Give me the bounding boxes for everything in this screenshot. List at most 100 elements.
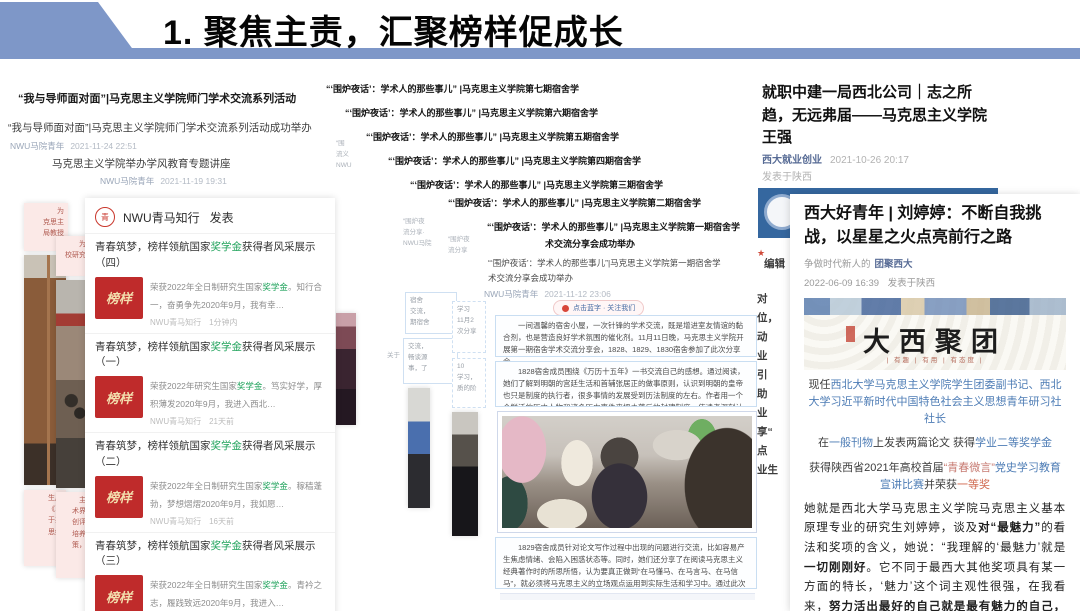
youth-paragraph-3: 获得陕西省2021年高校首届“青春微言”党史学习教育宣讲比赛并荣获一等奖 <box>804 460 1066 494</box>
post-region: 发表于陕西 <box>762 168 812 183</box>
snippet-keyword: 奖学金 <box>262 580 288 590</box>
section-divider <box>500 593 755 600</box>
fragment-photo <box>408 388 430 508</box>
fragment-textbox: 交流， 畅谈源 事，了 <box>403 338 458 384</box>
bangyang-thumbnail: 榜样 <box>95 575 143 611</box>
snippet-text: 荣获2022年全日制研究生国家 <box>150 282 262 292</box>
feed-item[interactable]: 青春筑梦，榜样领航国家奖学金获得者风采展示（二） 榜样 荣获2022年全日制研究… <box>85 432 335 532</box>
magnifier-icon <box>562 305 569 312</box>
youth-article-meta: 争做时代新人的团聚西大 <box>804 256 1066 270</box>
paragraph-quote: “青春微言” <box>944 462 995 474</box>
paragraph-text: 在 <box>818 437 829 449</box>
award-text: 一等奖 <box>957 479 990 491</box>
publish-label: 发表 <box>210 209 234 226</box>
title-text: 青春筑梦，榜样领航国家 <box>95 440 211 452</box>
dorm-title-5: “‘围炉夜话’：学术人的那些事儿” |马克思主义学院第五期宿舍学 <box>366 130 619 143</box>
bangyang-thumbnail: 榜样 <box>95 476 143 518</box>
post-time: 1分钟内 <box>209 318 237 327</box>
mentor-series-subheadline: “我与导师面对面”|马克思主义学院师门学术交流系列活动成功举办 <box>8 120 312 135</box>
follow-pill-button[interactable]: 点击蓝字 · 关注我们 <box>553 300 644 316</box>
snippet-text: 荣获2022年研究生国家 <box>150 381 237 391</box>
feed-item-title: 青春筑梦，榜样领航国家奖学金获得者风采展示（三） <box>95 539 325 571</box>
banner-subtitle: | 有趣 | 有用 | 有态度 | <box>804 354 1066 364</box>
study-group-photo-frame <box>497 411 757 533</box>
screenshot-fragment: “围炉夜 流分享 <box>448 234 470 256</box>
title-keyword: 奖学金 <box>211 540 243 552</box>
dorm-article-meta: NWU马院青年2021-11-12 23:06 <box>484 288 611 300</box>
mentor-series-headline: “我与导师面对面”|马克思主义学院师门学术交流系列活动 <box>18 90 296 106</box>
paragraph-bold: 一切刚刚好 <box>804 562 866 574</box>
paragraph-text: 现任 <box>809 379 831 391</box>
bangyang-thumbnail: 榜样 <box>95 277 143 319</box>
feed-item-snippet: 荣获2022年研究生国家奖学金。笃实好学，厚积薄发2020年9月，我进入西北… <box>150 381 322 409</box>
source-name: NWU青马知行 <box>150 417 201 426</box>
daxijutuan-banner: 大西聚团 | 有趣 | 有用 | 有态度 | <box>804 298 1066 370</box>
margin-fragment: 动 <box>757 329 768 344</box>
title-text: 青春筑梦，榜样领航国家 <box>95 241 211 253</box>
feed-item-meta: NWU青马知行16天前 <box>150 516 325 527</box>
margin-fragment: 编辑 <box>764 256 785 271</box>
account-name: NWU马院青年 <box>10 141 64 151</box>
snippet-keyword: 奖学金 <box>237 381 263 391</box>
fragment-photo <box>336 313 356 425</box>
youth-article-time: 2022-06-09 16:39 发表于陕西 <box>804 275 1066 289</box>
paragraph-link: 西北大学马克思主义学院学生团委副书记、西北大学习近平新时代中国特色社会主义思想青… <box>809 379 1062 425</box>
job-article-title: 就职中建一局西北公司｜志之所趋，无远弗届——马克思主义学院王强 <box>762 82 1000 150</box>
account-logo-icon: 青 <box>95 207 115 227</box>
post-time: 2021-11-24 22:51 <box>70 141 136 151</box>
youth-article-card: 西大好青年 | 刘婷婷：不断自我挑战，以星星之火点亮前行之路 争做时代新人的团聚… <box>790 194 1080 611</box>
dorm-article-subtitle: “‘围炉夜话’：学术人的那些事儿”|马克思主义学院第一期宿舍学术交流分享会成功举… <box>488 256 724 286</box>
fragment-textbox: 学习 11月2 次分享 <box>452 301 486 353</box>
feed-item[interactable]: 青春筑梦，榜样领航国家奖学金获得者风采展示（三） 榜样 荣获2022年全日制研究… <box>85 532 335 611</box>
feed-item[interactable]: 青春筑梦，榜样领航国家奖学金获得者风采展示（一） 榜样 荣获2022年研究生国家… <box>85 333 335 433</box>
account-feed-card: 青 NWU青马知行 发表 青春筑梦，榜样领航国家奖学金获得者风采展示（四） 榜样… <box>85 198 335 611</box>
youth-paragraph-2: 在一般刊物上发表两篇论文 获得学业二等奖学金 <box>804 435 1066 452</box>
post-time: 16天前 <box>209 517 234 526</box>
porcelain-deco-strip <box>804 298 1066 315</box>
post-time: 2021-11-19 19:31 <box>160 176 226 186</box>
title-keyword: 奖学金 <box>211 341 243 353</box>
feed-item-title: 青春筑梦，榜样领航国家奖学金获得者风采展示（二） <box>95 439 325 471</box>
post-time: 21天前 <box>209 417 234 426</box>
dorm-title-1-line1: “‘围炉夜话’：学术人的那些事儿” |马克思主义学院第一期宿舍学 <box>487 220 740 233</box>
feed-item-snippet: 荣获2022年全日制研究生国家奖学金。知行合一，奋勇争先2020年9月，我有幸… <box>150 282 322 310</box>
margin-fragment: 助 <box>757 386 768 401</box>
paragraph-text: 获得陕西省2021年高校首届 <box>809 462 943 474</box>
margin-fragment: 享“ <box>757 424 773 439</box>
feed-item-meta: NWU青马知行 21天前 <box>150 416 325 427</box>
mentor-series-meta: NWU马院青年 2021-11-24 22:51 <box>10 140 137 152</box>
margin-fragment: 业 <box>757 348 768 363</box>
feed-item-snippet: 荣获2022年全日制研究生国家奖学金。青衿之志，履践致远2020年9月，我进入… <box>150 580 322 608</box>
dorm-title-3: “‘围炉夜话’：学术人的那些事儿” |马克思主义学院第三期宿舍学 <box>410 178 663 191</box>
paragraph-link: 一般刊物 <box>829 437 873 449</box>
feed-item-meta: NWU青马知行 1分钟内 <box>150 317 325 328</box>
study-group-photo <box>502 416 752 528</box>
account-link[interactable]: 西大就业创业 <box>762 155 822 166</box>
snippet-text: 荣获2022年全日制研究生国家 <box>150 580 262 590</box>
source-name: NWU青马知行 <box>150 318 201 327</box>
paragraph-bold: 对“最魅力” <box>978 522 1041 534</box>
feed-item-title: 青春筑梦，榜样领航国家奖学金获得者风采展示（一） <box>95 340 325 372</box>
fragment-photo <box>452 412 478 536</box>
dorm-title-7: “‘围炉夜话’：学术人的那些事儿” |马克思主义学院第七期宿舍学 <box>326 82 579 95</box>
title-keyword: 奖学金 <box>211 241 243 253</box>
post-time: 2021-11-12 23:06 <box>544 289 610 299</box>
youth-article-title: 西大好青年 | 刘婷婷：不断自我挑战，以星星之火点亮前行之路 <box>804 202 1066 250</box>
fragment-textbox: 10 学习， 质的阶 <box>452 358 486 408</box>
margin-fragment: 引 <box>757 367 768 382</box>
feed-item[interactable]: 青春筑梦，榜样领航国家奖学金获得者风采展示（四） 榜样 荣获2022年全日制研究… <box>85 233 335 333</box>
margin-fragment: 点 <box>757 443 768 458</box>
account-link[interactable]: 团聚西大 <box>875 259 913 270</box>
margin-fragment: 位， <box>757 310 778 325</box>
presentation-slide: 1. 聚焦主责，汇聚榜样促成长 “我与导师面对面”|马克思主义学院师门学术交流系… <box>0 0 1080 611</box>
dorm-title-4: “‘围炉夜话’：学术人的那些事儿” |马克思主义学院第四期宿舍学 <box>388 154 641 167</box>
screenshot-fragment: “围 流义 NWU <box>336 138 352 171</box>
dorm-paragraph-3: 1829宿舍成员针对论文写作过程中出现的问题进行交流，比如容易产生焦虑情绪、会陷… <box>495 537 757 589</box>
screenshot-fragment: 关于 <box>387 350 400 361</box>
feed-item-snippet: 荣获2022年全日制研究生国家奖学金。稼穑蓬勃，梦想熠熠2020年9月，我如愿… <box>150 481 322 509</box>
bangyang-thumbnail: 榜样 <box>95 376 143 418</box>
dorm-title-6: “‘围炉夜话’：学术人的那些事儿” |马克思主义学院第六期宿舍学 <box>345 106 598 119</box>
account-name: NWU马院青年 <box>100 176 154 186</box>
paragraph-bold: 努力活出最好的自己就是最有魅力的自己，这样一个不断自我挑战不断充实自我 <box>804 601 1066 611</box>
youth-paragraph-1: 现任西北大学马克思主义学院学生团委副书记、西北大学习近平新时代中国特色社会主义思… <box>804 377 1066 428</box>
